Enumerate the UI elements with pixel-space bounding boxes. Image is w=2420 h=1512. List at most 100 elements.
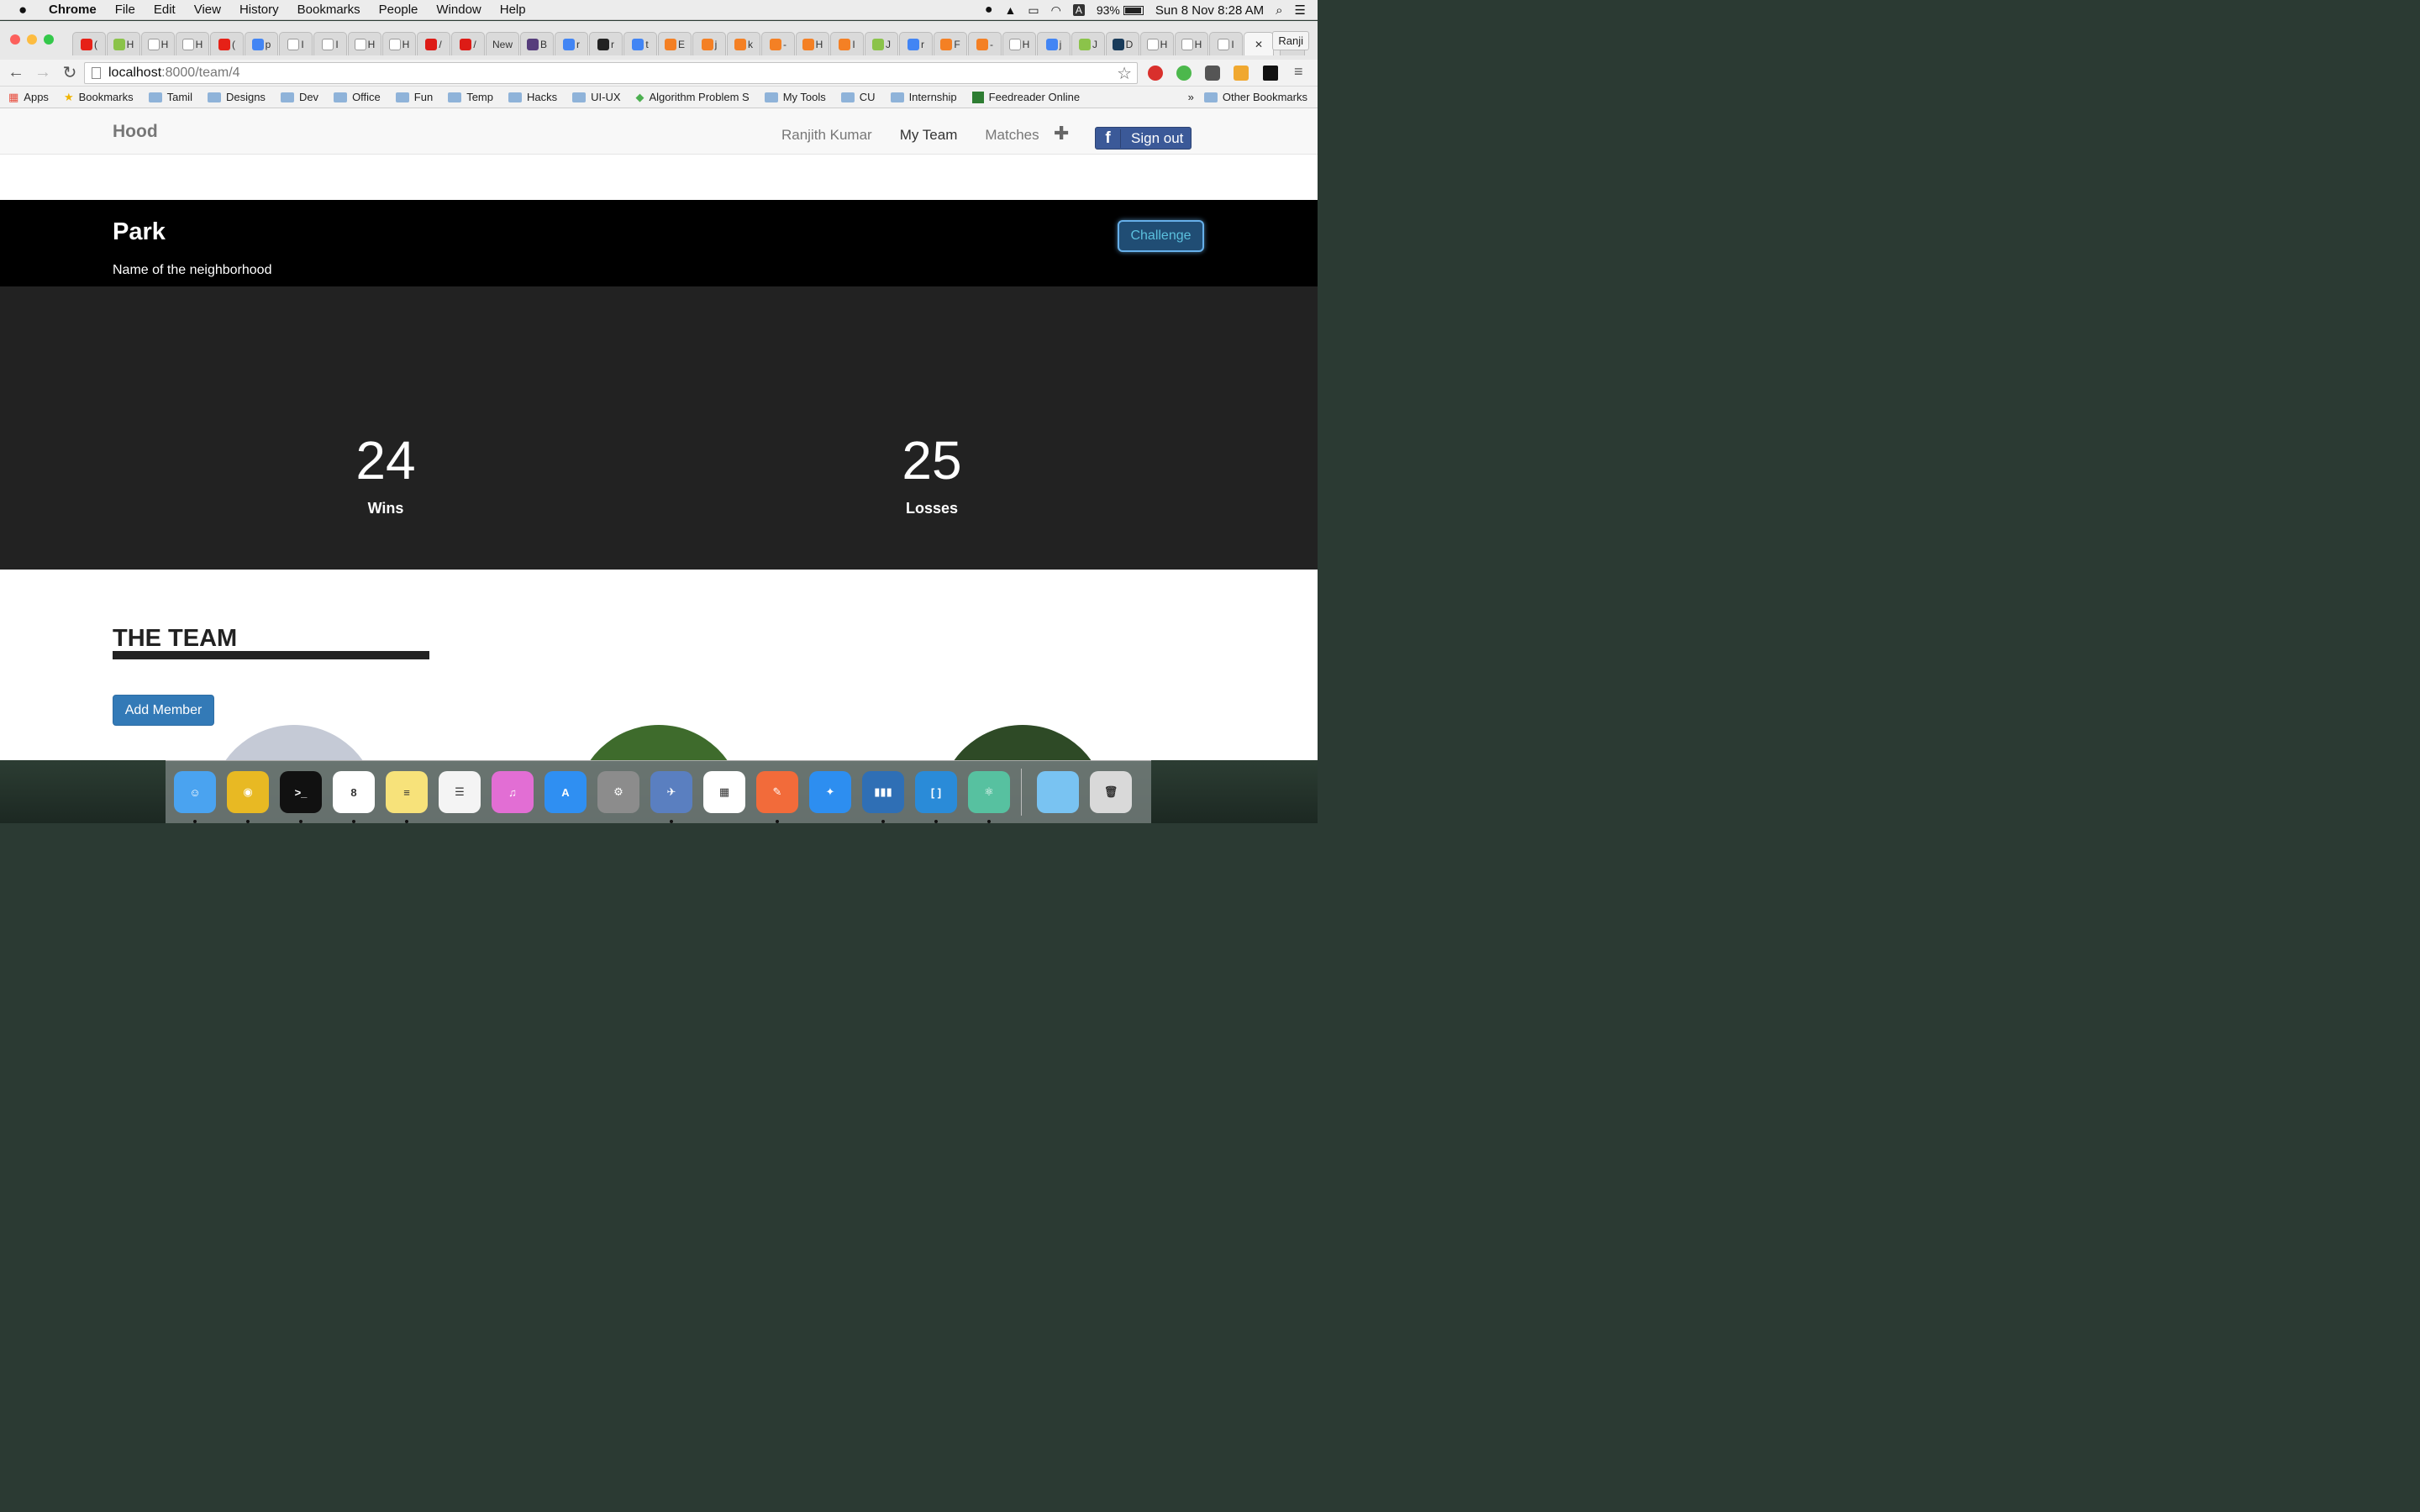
nav-my-team[interactable]: My Team (900, 127, 958, 144)
bookmark-folder-internship[interactable]: Internship (890, 91, 957, 103)
browser-tab[interactable]: H (107, 32, 140, 55)
chat-bubble-icon[interactable]: ● (985, 3, 993, 18)
activity-monitor-icon[interactable]: ▮▮▮ (862, 771, 904, 823)
clock[interactable]: Sun 8 Nov 8:28 AM (1155, 3, 1264, 18)
nav-matches[interactable]: Matches (985, 127, 1039, 144)
calendar-icon[interactable]: 8 (333, 771, 375, 823)
browser-tab[interactable]: J (865, 32, 898, 55)
close-window-button[interactable] (10, 34, 20, 45)
bookmark-bookmarks[interactable]: ★ Bookmarks (64, 91, 134, 104)
downloads-folder-icon[interactable] (1037, 771, 1079, 813)
launchpad-icon[interactable]: ▦ (703, 771, 745, 813)
browser-tab[interactable]: H (1140, 32, 1174, 55)
browser-tab[interactable]: ( (72, 32, 106, 55)
notification-bell-icon[interactable]: ▲ (1005, 3, 1017, 17)
apple-menu-icon[interactable]: ● (18, 2, 37, 18)
browser-tab[interactable]: E (658, 32, 692, 55)
browser-tab[interactable]: I (830, 32, 864, 55)
browser-tab[interactable]: - (968, 32, 1002, 55)
bookmark-folder-dev[interactable]: Dev (280, 91, 318, 103)
member-avatar[interactable] (575, 725, 743, 760)
menu-view[interactable]: View (194, 3, 221, 17)
browser-tab[interactable]: H (141, 32, 175, 55)
browser-tab[interactable]: k (727, 32, 760, 55)
member-avatar[interactable] (210, 725, 378, 760)
reload-icon[interactable]: ↻ (59, 62, 81, 83)
browser-tab[interactable]: / (451, 32, 485, 55)
menu-people[interactable]: People (379, 3, 418, 17)
pocket-extension-icon[interactable] (1205, 66, 1220, 81)
bookmark-folder-tamil[interactable]: Tamil (148, 91, 192, 103)
notes-icon[interactable]: ≡ (386, 771, 428, 823)
plus-icon[interactable]: ✚ (1054, 123, 1069, 144)
browser-tab[interactable]: t (623, 32, 657, 55)
browser-tab[interactable]: J (1071, 32, 1105, 55)
browser-tab[interactable]: B (520, 32, 554, 55)
browser-tab[interactable]: I (313, 32, 347, 55)
menu-help[interactable]: Help (500, 3, 526, 17)
menu-history[interactable]: History (239, 3, 279, 17)
chrome-icon[interactable]: ◉ (227, 771, 269, 823)
minimize-window-button[interactable] (27, 34, 37, 45)
menu-bookmarks[interactable]: Bookmarks (297, 3, 360, 17)
safari-icon[interactable]: ✦ (809, 771, 851, 813)
bookmark-folder-designs[interactable]: Designs (207, 91, 266, 103)
bookmark-folder-hacks[interactable]: Hacks (508, 91, 557, 103)
bookmark-star-icon[interactable]: ☆ (1117, 63, 1132, 84)
wifi-icon[interactable]: ◠ (1051, 3, 1061, 18)
browser-tab[interactable]: - (761, 32, 795, 55)
feedly-extension-icon[interactable] (1263, 66, 1278, 81)
adblock-extension-icon[interactable] (1148, 66, 1163, 81)
browser-tab[interactable]: j (1037, 32, 1071, 55)
terminal-icon[interactable]: >_ (280, 771, 322, 823)
browser-tab[interactable]: I (279, 32, 313, 55)
itunes-icon[interactable]: ♫ (492, 771, 534, 813)
back-arrow-icon[interactable]: ← (5, 63, 27, 82)
brand-logo[interactable]: Hood (113, 122, 158, 142)
input-source-icon[interactable]: A (1072, 4, 1085, 16)
browser-tab[interactable]: j (692, 32, 726, 55)
browser-tab[interactable]: r (589, 32, 623, 55)
atom-icon[interactable]: ⚛ (968, 771, 1010, 823)
bookmark-folder-fun[interactable]: Fun (395, 91, 433, 103)
profile-button[interactable]: Ranji (1272, 31, 1309, 50)
browser-tab[interactable]: I (1209, 32, 1243, 55)
bookmark-apps[interactable]: ▦ Apps (8, 91, 49, 104)
spotlight-search-icon[interactable]: ⌕ (1276, 3, 1282, 18)
browser-tab[interactable]: H (176, 32, 209, 55)
bookmark-folder-temp[interactable]: Temp (448, 91, 493, 103)
bookmark-folder-my-tools[interactable]: My Tools (764, 91, 826, 103)
browser-tab-active[interactable]: ✕ (1244, 32, 1274, 55)
browser-tab[interactable]: r (899, 32, 933, 55)
reminders-icon[interactable]: ☰ (439, 771, 481, 813)
chrome-menu-icon[interactable]: ≡ (1294, 63, 1309, 80)
zoom-window-button[interactable] (44, 34, 54, 45)
bookmark-algorithm-problem[interactable]: ◆ Algorithm Problem S (636, 91, 750, 104)
bookmark-folder-cu[interactable]: CU (840, 91, 876, 103)
browser-tab[interactable]: D (1106, 32, 1139, 55)
browser-tab[interactable]: ( (210, 32, 244, 55)
browser-tab[interactable]: New (486, 32, 519, 55)
finder-icon[interactable]: ☺ (174, 771, 216, 823)
airplay-icon[interactable]: ▭ (1028, 3, 1039, 18)
menu-chrome[interactable]: Chrome (49, 3, 97, 17)
notification-center-icon[interactable]: ☰ (1295, 3, 1306, 18)
brackets-icon[interactable]: [ ] (915, 771, 957, 823)
address-bar[interactable]: localhost:8000/team/4 ☆ (84, 62, 1138, 84)
browser-tab[interactable]: H (348, 32, 381, 55)
add-member-button[interactable]: Add Member (113, 695, 214, 726)
bookmark-other-bookmarks[interactable]: Other Bookmarks (1203, 91, 1307, 103)
bookmark-feedreader[interactable]: Feedreader Online (971, 91, 1080, 103)
more-bookmarks-chevron-icon[interactable]: » (1188, 91, 1194, 103)
browser-tab[interactable]: F (934, 32, 967, 55)
sync-extension-icon[interactable] (1234, 66, 1249, 81)
challenge-button[interactable]: Challenge (1118, 220, 1204, 252)
sketch-pen-icon[interactable]: ✎ (756, 771, 798, 823)
app-store-icon[interactable]: A (544, 771, 587, 813)
browser-tab[interactable]: / (417, 32, 450, 55)
battery-icon[interactable] (1123, 5, 1144, 15)
browser-tab[interactable]: H (1002, 32, 1036, 55)
browser-tab[interactable]: H (1175, 32, 1208, 55)
battery-percent[interactable]: 93% (1097, 3, 1120, 17)
menu-window[interactable]: Window (436, 3, 481, 17)
